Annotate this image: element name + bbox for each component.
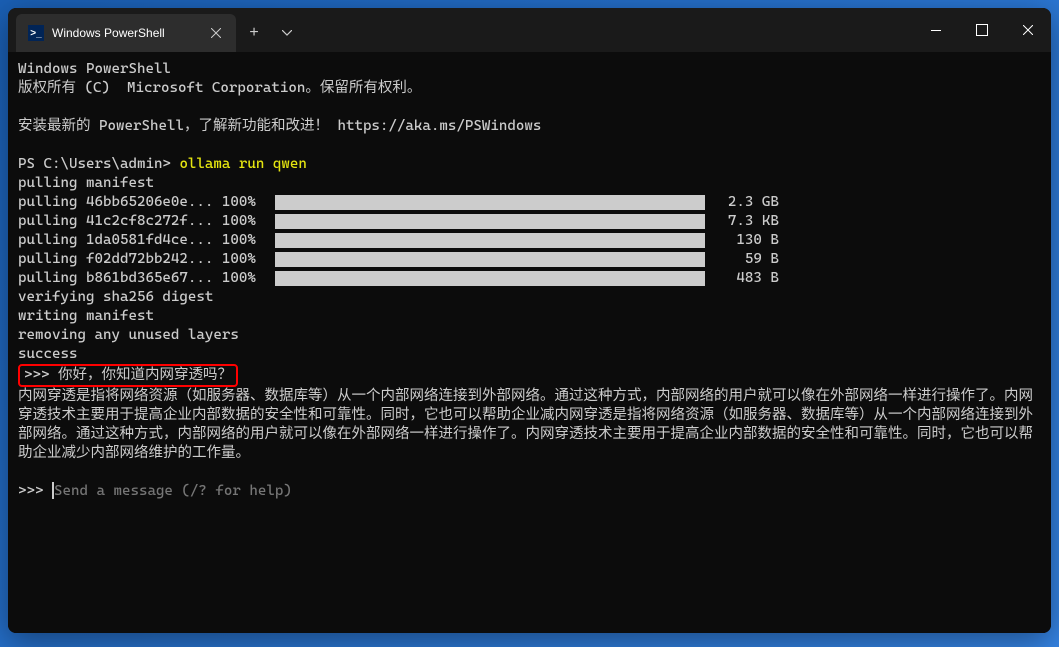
progress-bar (275, 271, 705, 286)
verify-line: verifying sha256 digest (18, 288, 1041, 307)
maximize-button[interactable] (959, 8, 1005, 52)
command-line: PS C:\Users\admin> ollama run qwen (18, 155, 1041, 174)
pull-progress-row: pulling f02dd72bb242... 100% 59 B (18, 250, 1041, 269)
tab-dropdown-button[interactable] (272, 14, 302, 52)
removing-line: removing any unused layers (18, 326, 1041, 345)
pull-progress-row: pulling 46bb65206e0e... 100% 2.3 GB (18, 193, 1041, 212)
tab-powershell[interactable]: >_ Windows PowerShell (16, 14, 236, 52)
input-placeholder: Send a message (/? for help) (54, 482, 292, 501)
new-tab-button[interactable]: + (236, 14, 272, 52)
pull-progress-row: pulling b861bd365e67... 100% 483 B (18, 269, 1041, 288)
progress-bar (275, 233, 705, 248)
maximize-icon (976, 24, 988, 36)
success-line: success (18, 345, 1041, 364)
header-line: Windows PowerShell (18, 60, 1041, 79)
close-button[interactable] (1005, 8, 1051, 52)
titlebar[interactable]: >_ Windows PowerShell + (8, 8, 1051, 52)
tab-title: Windows PowerShell (52, 26, 200, 40)
close-icon (1023, 25, 1033, 35)
minimize-icon (931, 30, 941, 31)
prompt-path: PS C:\Users\admin> (18, 156, 179, 172)
highlight-annotation: >>> 你好，你知道内网穿透吗？ (18, 364, 238, 387)
progress-bar (275, 195, 705, 210)
progress-bar (275, 252, 705, 267)
window-controls (913, 8, 1051, 52)
input-prefix: >>> (18, 482, 52, 501)
chevron-down-icon (282, 30, 292, 36)
input-prompt-line[interactable]: >>> Send a message (/? for help) (18, 482, 1041, 501)
install-message: 安装最新的 PowerShell，了解新功能和改进！ https://aka.m… (18, 117, 1041, 136)
pull-progress-row: pulling 1da0581fd4ce... 100% 130 B (18, 231, 1041, 250)
terminal-output[interactable]: Windows PowerShell 版权所有 (C) Microsoft Co… (8, 52, 1051, 633)
close-icon (211, 28, 221, 38)
powershell-icon: >_ (28, 25, 44, 41)
writing-line: writing manifest (18, 307, 1041, 326)
pull-progress-row: pulling 41c2cf8c272f... 100% 7.3 KB (18, 212, 1041, 231)
response-text: 内网穿透是指将网络资源（如服务器、数据库等）从一个内部网络连接到外部网络。通过这… (18, 387, 1041, 463)
minimize-button[interactable] (913, 8, 959, 52)
progress-bar (275, 214, 705, 229)
pull-manifest-line: pulling manifest (18, 174, 1041, 193)
tab-close-button[interactable] (208, 25, 224, 41)
command-text: ollama run qwen (179, 156, 306, 172)
terminal-window: >_ Windows PowerShell + Windows PowerShe… (8, 8, 1051, 633)
titlebar-drag-area[interactable] (302, 8, 913, 52)
copyright-line: 版权所有 (C) Microsoft Corporation。保留所有权利。 (18, 79, 1041, 98)
user-question-line: >>> 你好，你知道内网穿透吗？ (18, 364, 1041, 387)
